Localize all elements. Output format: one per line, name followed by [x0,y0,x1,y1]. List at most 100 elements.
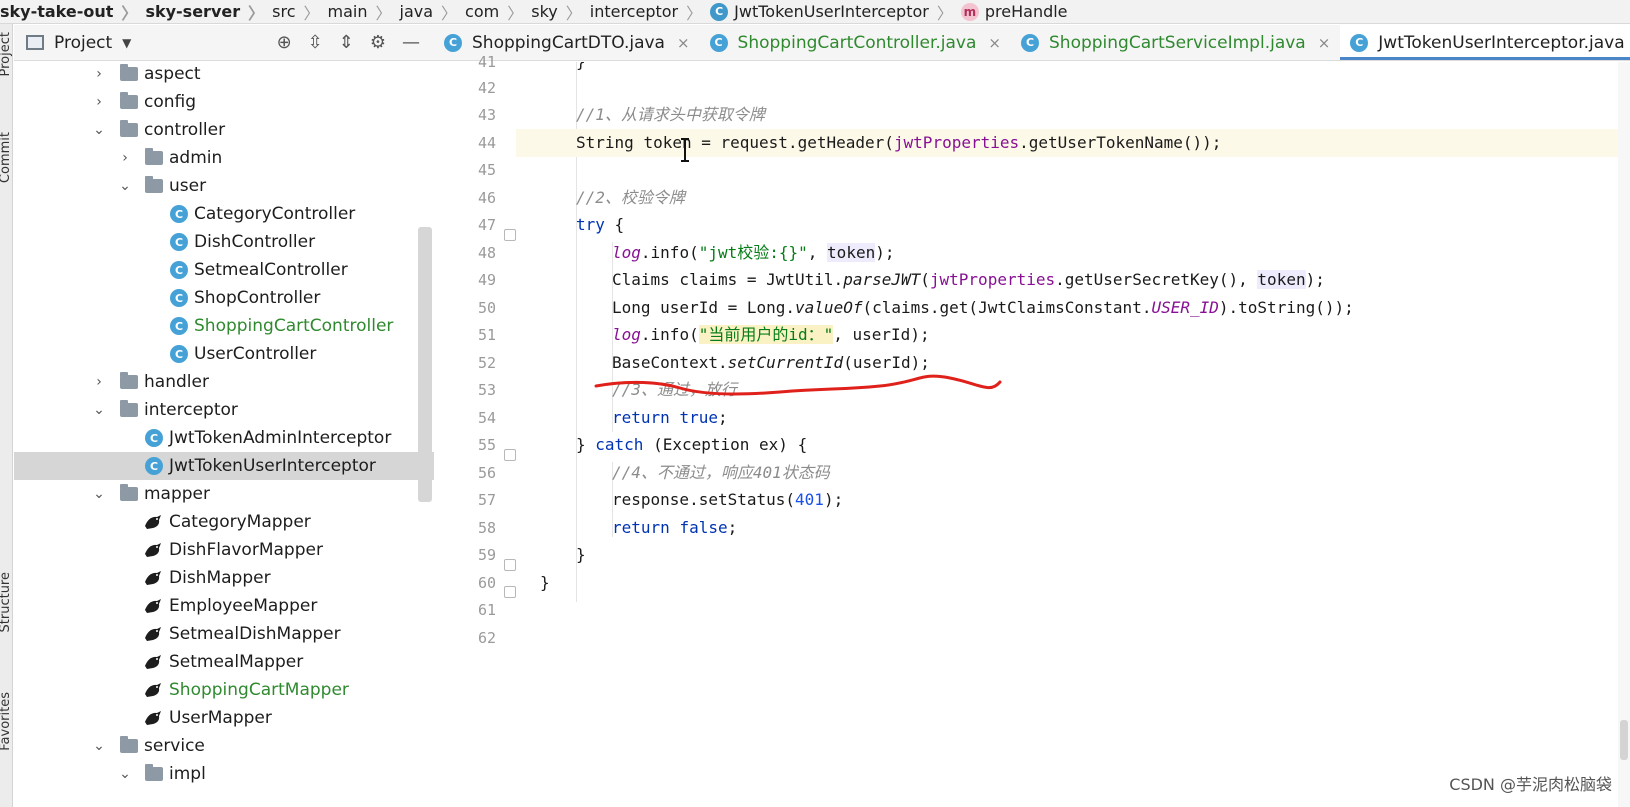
crosshair-icon[interactable]: ⊕ [277,32,292,53]
package-icon [120,372,138,389]
side-tab-commit[interactable]: Commit [0,132,12,183]
tree-item-setmeal-mapper[interactable]: SetmealMapper [14,648,434,676]
side-tab-favorites[interactable]: Favorites [0,692,12,751]
tree-item-employee-mapper[interactable]: EmployeeMapper [14,592,434,620]
code-line: Claims claims = JwtUtil.parseJWT(jwtProp… [612,266,1630,294]
chevron-right-icon: 〉 [686,3,703,23]
minimize-icon[interactable]: — [402,32,420,53]
line-number: 49 [477,271,496,289]
tree-item-config[interactable]: › config [14,88,434,116]
tab-shopping-cart-controller[interactable]: C ShoppingCartController.java × [700,25,1011,60]
tree-item-user-mapper[interactable]: UserMapper [14,704,434,732]
tree-item-aspect[interactable]: › aspect [14,62,434,88]
line-number: 44 [477,134,496,152]
code-line: Long userId = Long.valueOf(claims.get(Jw… [612,294,1630,322]
package-icon [120,736,138,753]
tree-item-service[interactable]: ⌄ service [14,732,434,760]
chevron-down-icon[interactable]: ⌄ [92,738,106,754]
package-icon [145,176,163,193]
close-icon[interactable]: × [988,34,1001,52]
tree-item-shop-controller[interactable]: C ShopController [14,284,434,312]
code-line: return true; [612,404,1630,432]
side-tab-structure[interactable]: Structure [0,572,12,632]
code-keyword: false [679,518,728,537]
fold-marker[interactable] [504,229,516,241]
tree-item-jwt-admin-interceptor[interactable]: C JwtTokenAdminInterceptor [14,424,434,452]
tree-item-dish-flavor-mapper[interactable]: DishFlavorMapper [14,536,434,564]
tree-item-category-mapper[interactable]: CategoryMapper [14,508,434,536]
expand-all-icon[interactable]: ⇳ [308,32,323,53]
chevron-right-icon[interactable]: › [92,66,106,82]
tree-item-label: DishFlavorMapper [169,540,323,560]
code-token: ; [717,408,728,427]
tree-item-shopping-cart-controller[interactable]: C ShoppingCartController [14,312,434,340]
class-icon: C [170,205,188,223]
tree-item-interceptor[interactable]: ⌄ interceptor [14,396,434,424]
chevron-right-icon[interactable]: › [118,150,132,166]
tree-item-label: UserMapper [169,708,272,728]
tree-item-category-controller[interactable]: C CategoryController [14,200,434,228]
class-icon: C [170,317,188,335]
breadcrumb-item[interactable]: sky 〉 [531,0,590,23]
tree-item-admin[interactable]: › admin [14,144,434,172]
project-view-selector[interactable]: Project [54,33,112,53]
mybatis-icon [145,627,161,641]
gear-icon[interactable]: ⚙ [370,32,386,53]
breadcrumb-item[interactable]: sky-server 〉 [145,0,272,23]
fold-marker[interactable] [504,449,516,461]
tree-item-handler[interactable]: › handler [14,368,434,396]
breadcrumb-item[interactable]: java 〉 [400,0,466,23]
chevron-right-icon[interactable]: › [92,94,106,110]
editor-scrollbar-thumb[interactable] [1620,720,1628,760]
breadcrumb-item[interactable]: com 〉 [465,0,531,23]
close-icon[interactable]: × [1318,34,1331,52]
code-keyword: catch [595,435,644,454]
tree-item-user[interactable]: ⌄ user [14,172,434,200]
chevron-down-icon[interactable]: ⌄ [118,766,132,782]
tree-item-mapper[interactable]: ⌄ mapper [14,480,434,508]
chevron-down-icon[interactable]: ⌄ [118,178,132,194]
chevron-right-icon: 〉 [565,3,582,23]
close-icon[interactable]: × [677,34,690,52]
tree-item-dish-controller[interactable]: C DishController [14,228,434,256]
code-editor[interactable]: } //1、从请求头中获取令牌 String token = request.g… [516,62,1630,807]
breadcrumb-item[interactable]: interceptor 〉 [590,0,710,23]
chevron-down-icon[interactable]: ⌄ [92,402,106,418]
caret-down-icon[interactable]: ▼ [122,36,131,50]
tree-scrollbar[interactable] [418,227,432,502]
fold-marker[interactable] [504,559,516,571]
tree-item-controller[interactable]: ⌄ controller [14,116,434,144]
tab-shopping-cart-service-impl[interactable]: C ShoppingCartServiceImpl.java × [1011,25,1340,60]
project-toolbar: ⊕ ⇳ ⇕ ⚙ — [277,32,434,53]
collapse-all-icon[interactable]: ⇕ [339,32,354,53]
tab-label: ShoppingCartServiceImpl.java [1049,32,1306,53]
tree-item-shopping-cart-mapper[interactable]: ShoppingCartMapper [14,676,434,704]
breadcrumb-item[interactable]: C JwtTokenUserInterceptor 〉 [710,0,961,23]
tree-item-label: SetmealController [194,260,348,280]
code-string: "当前用户的id：" [698,325,834,344]
breadcrumb-item[interactable]: sky-take-out 〉 [0,0,145,23]
line-number: 56 [477,464,496,482]
breadcrumb-item[interactable]: m preHandle [960,2,1068,21]
editor-tabs: C ShoppingCartDTO.java × C ShoppingCartC… [434,25,1630,61]
tree-item-impl[interactable]: ⌄ impl [14,760,434,788]
line-number: 62 [477,629,496,647]
code-string: "jwt校验:{}" [698,243,808,262]
line-number: 60 [477,574,496,592]
chevron-down-icon[interactable]: ⌄ [92,486,106,502]
fold-marker[interactable] [504,586,516,598]
tree-item-user-controller[interactable]: C UserController [14,340,434,368]
tree-item-setmeal-dish-mapper[interactable]: SetmealDishMapper [14,620,434,648]
editor-scrollbar-track[interactable] [1618,62,1630,807]
breadcrumb-item[interactable]: main 〉 [328,0,400,23]
code-line: response.setStatus(401); [612,486,1630,514]
chevron-down-icon[interactable]: ⌄ [92,122,106,138]
tree-item-setmeal-controller[interactable]: C SetmealController [14,256,434,284]
side-tab-project[interactable]: Project [0,32,12,76]
breadcrumb-item[interactable]: src 〉 [272,0,327,23]
chevron-right-icon[interactable]: › [92,374,106,390]
tree-item-jwt-user-interceptor[interactable]: C JwtTokenUserInterceptor [14,452,434,480]
tab-jwt-token-user-interceptor[interactable]: C JwtTokenUserInterceptor.java × [1340,25,1630,60]
tree-item-label: interceptor [144,400,238,420]
tree-item-dish-mapper[interactable]: DishMapper [14,564,434,592]
